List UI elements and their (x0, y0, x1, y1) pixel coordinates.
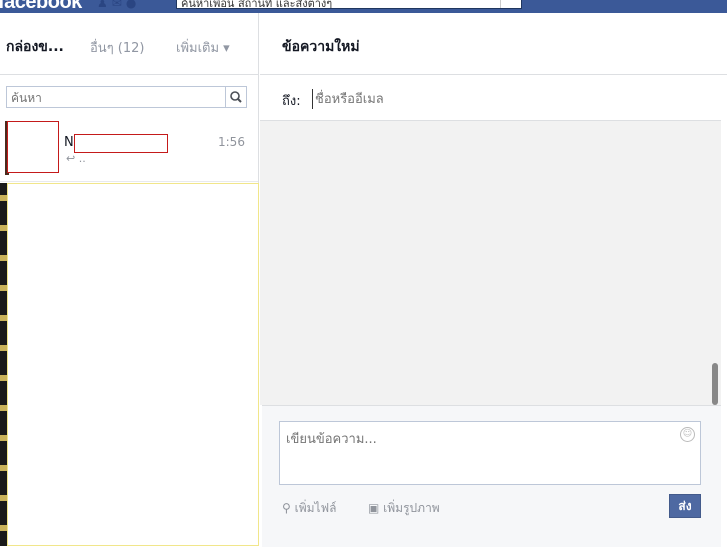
notifications-icon[interactable]: ● (126, 0, 136, 10)
facebook-logo[interactable]: facebook (0, 0, 82, 13)
avatar (7, 121, 59, 173)
friend-requests-icon[interactable]: ♟ (97, 0, 108, 10)
add-photo-label: เพิ่มรูปภาพ (383, 501, 440, 515)
page-title: ข้อความใหม่ (282, 39, 360, 55)
photo-icon: ▣ (368, 501, 380, 515)
message-input[interactable] (280, 422, 672, 490)
top-search-input[interactable] (177, 0, 495, 8)
paperclip-icon: ⚲ (282, 501, 291, 515)
add-file-label: เพิ่มไฟล์ (294, 501, 337, 515)
inbox-search (6, 86, 247, 108)
emoji-icon[interactable]: ☺ (680, 427, 695, 442)
thread-time: 1:56 (218, 135, 245, 149)
to-row: ถึง: (260, 75, 721, 121)
conversation-column: ข้อความใหม่ ถึง: ☺ ⚲ เพิ่มไฟล์ ▣ เพิ่มรู… (260, 13, 727, 547)
thumbnail-strip (0, 183, 7, 546)
inbox-header: กล่องข... อื่นๆ (12) เพิ่มเติม ▾ (0, 13, 258, 75)
thread-snippet: ↩ .. (66, 152, 86, 165)
tab-inbox[interactable]: กล่องข... (6, 36, 64, 58)
send-button[interactable]: ส่ง (669, 494, 701, 518)
more-dropdown[interactable]: เพิ่มเติม ▾ (176, 37, 230, 58)
thread-list-area (7, 183, 259, 546)
to-label: ถึง: (282, 94, 301, 109)
add-photo-button[interactable]: ▣ เพิ่มรูปภาพ (368, 499, 440, 518)
message-box: ☺ (279, 421, 701, 490)
top-bar: facebook ♟ ✉ ● ▾ (0, 0, 727, 13)
jewels: ♟ ✉ ● (97, 0, 140, 10)
top-search-button[interactable]: ▾ (500, 0, 521, 8)
conversation-header: ข้อความใหม่ (260, 13, 727, 75)
add-file-button[interactable]: ⚲ เพิ่มไฟล์ (282, 499, 336, 518)
inbox-search-input[interactable] (7, 88, 225, 108)
top-search: ▾ (176, 0, 522, 9)
search-icon[interactable] (225, 87, 246, 107)
thread-name: N (64, 135, 74, 150)
recipient-input[interactable] (312, 89, 697, 109)
messages-icon[interactable]: ✉ (112, 0, 122, 10)
composer: ☺ ⚲ เพิ่มไฟล์ ▣ เพิ่มรูปภาพ ส่ง (262, 405, 721, 547)
tab-other[interactable]: อื่นๆ (12) (90, 37, 145, 58)
scrollbar-thumb[interactable] (712, 363, 718, 405)
redaction-box (74, 134, 168, 153)
conversation-area (260, 121, 721, 405)
